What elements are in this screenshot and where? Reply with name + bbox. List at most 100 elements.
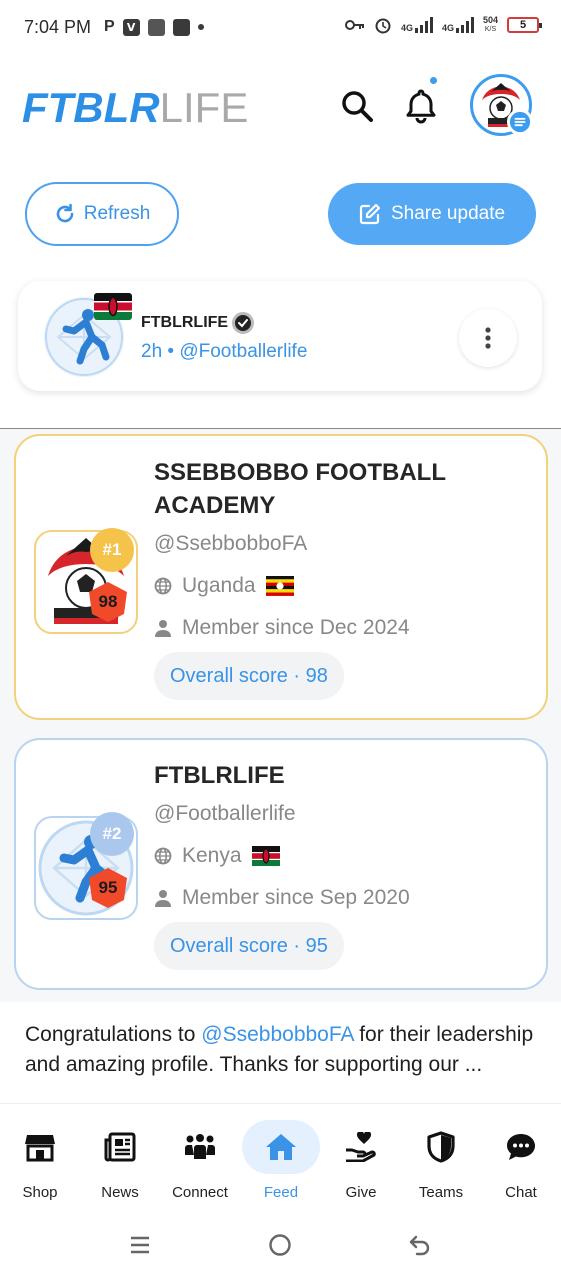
globe-icon — [154, 847, 172, 865]
club-name-line1: SSEBBOBBO FOOTBALL — [154, 459, 446, 486]
home-circle-icon — [269, 1234, 291, 1256]
uganda-flag-icon — [265, 576, 294, 596]
nav-label: Connect — [172, 1184, 228, 1201]
menu-button[interactable] — [507, 109, 533, 135]
v-icon: V — [122, 18, 140, 36]
nav-news[interactable]: News — [80, 1120, 160, 1210]
nav-chat[interactable]: Chat — [481, 1120, 561, 1210]
club-handle[interactable]: @SsebbobboFA — [154, 532, 307, 556]
club-handle[interactable]: @Footballerlife — [154, 802, 296, 826]
country-row: Uganda — [154, 574, 294, 598]
member-since: Member since Sep 2020 — [182, 886, 410, 909]
notification-icons: P V — [104, 18, 204, 36]
p-icon: P — [104, 18, 115, 35]
shop-icon — [0, 1120, 80, 1174]
post-meta[interactable]: 2h • @Footballerlife — [141, 341, 307, 363]
share-update-button[interactable]: Share update — [328, 183, 536, 245]
nav-teams[interactable]: Teams — [401, 1120, 481, 1210]
globe-icon — [154, 577, 172, 595]
give-icon — [321, 1120, 401, 1174]
back-icon — [409, 1235, 430, 1256]
kenya-flag-icon — [94, 293, 132, 320]
home-button[interactable] — [262, 1227, 298, 1263]
country-name: Kenya — [182, 844, 242, 867]
signal-icon-1 — [414, 17, 433, 33]
app-logo[interactable]: FTBLRLIFE — [22, 84, 248, 132]
score-badge: 98 — [86, 580, 130, 624]
search-icon — [342, 91, 373, 122]
key-icon — [344, 20, 364, 30]
nav-label: Give — [345, 1184, 377, 1201]
caption-mention[interactable]: @SsebbobboFA — [201, 1023, 353, 1046]
member-row: Member since Sep 2020 — [154, 886, 410, 910]
rank-badge: #2 — [90, 812, 134, 856]
speed-unit: K/S — [484, 26, 497, 33]
caption-before: Congratulations to — [25, 1023, 202, 1046]
system-navigation — [0, 1213, 561, 1280]
back-button[interactable] — [402, 1227, 438, 1263]
refresh-button[interactable]: Refresh — [25, 182, 179, 246]
member-since: Member since Dec 2024 — [182, 616, 410, 639]
nav-label: News — [101, 1184, 139, 1201]
member-row: Member since Dec 2024 — [154, 616, 410, 640]
person-icon — [155, 620, 171, 637]
signal-icon-2 — [455, 17, 474, 33]
nav-give[interactable]: Give — [321, 1120, 401, 1210]
recent-apps-icon — [131, 1236, 149, 1254]
home-icon — [242, 1120, 320, 1174]
bottom-navigation: Shop News Connect Feed Give Teams Chat — [0, 1103, 561, 1213]
more-notifications-icon — [197, 24, 204, 30]
refresh-label: Refresh — [83, 203, 151, 224]
speed-value: 504 — [482, 15, 498, 25]
overall-score-chip: Overall score · 95 — [154, 922, 344, 970]
leaderboard-card-1[interactable]: #1 98 SSEBBOBBO FOOTBALL ACADEMY @Ssebbo… — [14, 434, 548, 720]
square-icon — [172, 18, 190, 36]
overall-score-chip: Overall score · 98 — [154, 652, 344, 700]
edit-icon — [359, 203, 381, 225]
logo-light: LIFE — [159, 84, 249, 131]
logo-bold: FTBLR — [22, 84, 160, 131]
nav-shop[interactable]: Shop — [0, 1120, 80, 1210]
nav-label: Shop — [22, 1184, 58, 1201]
alarm-icon — [375, 18, 391, 34]
club-name-line2: ACADEMY — [154, 492, 276, 519]
battery-icon: 5 — [507, 17, 542, 33]
shield-icon — [401, 1120, 481, 1174]
club-name: FTBLRLIFE — [154, 759, 285, 792]
bell-icon — [406, 89, 436, 124]
search-button[interactable] — [337, 86, 377, 126]
more-options-button[interactable] — [459, 309, 517, 367]
nav-connect[interactable]: Connect — [160, 1120, 240, 1210]
nav-label: Chat — [505, 1184, 537, 1201]
post-author-label: FTBLRLIFE — [141, 314, 229, 331]
country-name: Uganda — [182, 574, 256, 597]
verified-icon — [232, 312, 255, 334]
score-value: 98 — [98, 592, 118, 611]
newspaper-icon — [80, 1120, 160, 1174]
country-row: Kenya — [154, 844, 280, 868]
nav-label: Teams — [418, 1184, 464, 1201]
battery-level: 5 — [519, 19, 527, 31]
refresh-icon — [56, 203, 74, 223]
score-value: 95 — [98, 878, 118, 897]
person-icon — [155, 890, 171, 907]
post-author-name[interactable]: FTBLRLIFE — [141, 312, 255, 334]
club-name-line1: FTBLRLIFE — [154, 762, 285, 789]
post-caption[interactable]: Congratulations to @SsebbobboFA for thei… — [25, 1020, 545, 1080]
nav-feed[interactable]: Feed — [241, 1120, 321, 1210]
status-right: 4G 4G 504 K/S 5 — [344, 15, 542, 34]
recent-apps-button[interactable] — [122, 1227, 158, 1263]
kenya-flag-icon — [251, 846, 280, 866]
notifications-button[interactable] — [401, 86, 441, 126]
more-vertical-icon — [485, 327, 491, 349]
leaderboard-card-2[interactable]: #2 95 FTBLRLIFE @Footballerlife Kenya Me… — [14, 738, 548, 990]
app-icon — [147, 18, 165, 36]
network-label-1: 4G — [400, 23, 413, 33]
score-badge: 95 — [86, 866, 130, 910]
network-label-2: 4G — [441, 23, 454, 33]
status-time: 7:04 PM — [24, 17, 92, 37]
chat-icon — [481, 1120, 561, 1174]
share-update-label: Share update — [390, 203, 506, 224]
people-icon — [160, 1120, 240, 1174]
nav-label: Feed — [263, 1184, 299, 1201]
